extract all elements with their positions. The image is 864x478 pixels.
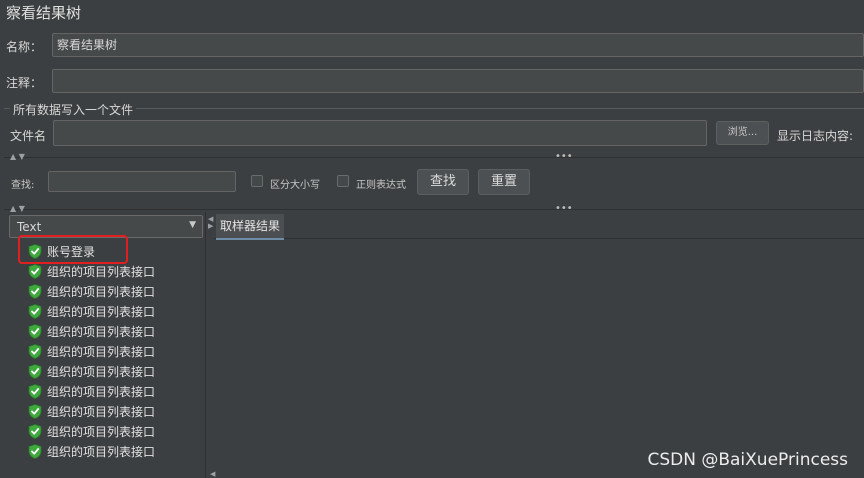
name-label: 名称： <box>6 40 43 54</box>
watermark: CSDN @BaiXuePrincess <box>647 450 848 470</box>
tree-item-label: 组织的项目列表接口 <box>47 304 156 319</box>
log-content-label: 显示日志内容: <box>777 129 854 143</box>
tree-item[interactable]: 组织的项目列表接口 <box>28 262 155 280</box>
search-input[interactable] <box>48 171 236 192</box>
collapse-arrows-icon-2[interactable]: ▲ ▼ <box>10 205 25 213</box>
tree-item-label: 组织的项目列表接口 <box>47 444 156 459</box>
collapse-arrows-icon[interactable]: ▲ ▼ <box>10 153 25 161</box>
success-shield-icon <box>28 363 42 379</box>
success-shield-icon <box>28 343 42 359</box>
filename-label: 文件名 <box>10 129 47 143</box>
case-sensitive-label: 区分大小写 <box>270 180 320 191</box>
filename-field[interactable] <box>53 120 707 146</box>
tree-item-label: 组织的项目列表接口 <box>47 364 156 379</box>
tab-sampler-result[interactable]: 取样器结果 <box>216 214 285 240</box>
file-section-legend: 所有数据写入一个文件 <box>10 101 137 118</box>
splitter-line-2 <box>4 209 864 210</box>
tree-item[interactable]: 组织的项目列表接口 <box>28 402 155 420</box>
tab-baseline <box>214 238 864 239</box>
success-shield-icon <box>28 323 42 339</box>
tree-item[interactable]: 组织的项目列表接口 <box>28 362 155 380</box>
tree-item-label: 组织的项目列表接口 <box>47 264 156 279</box>
success-shield-icon <box>28 383 42 399</box>
search-label: 查找: <box>11 180 35 191</box>
tree-item-label: 组织的项目列表接口 <box>47 324 156 339</box>
tree-item[interactable]: 组织的项目列表接口 <box>28 382 155 400</box>
panel-title: 察看结果树 <box>6 4 82 22</box>
chevron-down-icon: ▼ <box>189 220 196 230</box>
success-shield-icon <box>28 283 42 299</box>
tree-item[interactable]: 组织的项目列表接口 <box>28 322 155 340</box>
name-field[interactable]: 察看结果树 <box>52 33 864 57</box>
splitter-bottom-arrow-icon[interactable]: ◀ <box>210 470 215 478</box>
success-shield-icon <box>28 403 42 419</box>
find-button[interactable]: 查找 <box>417 169 469 195</box>
tree-item-label: 组织的项目列表接口 <box>47 284 156 299</box>
success-shield-icon <box>28 243 42 259</box>
regex-label: 正则表达式 <box>356 180 406 191</box>
success-shield-icon <box>28 263 42 279</box>
tree-item[interactable]: 组织的项目列表接口 <box>28 342 155 360</box>
tree-item[interactable]: 账号登录 <box>28 242 95 260</box>
regex-checkbox[interactable] <box>337 175 349 187</box>
tree-item-label: 组织的项目列表接口 <box>47 384 156 399</box>
tree-item-label: 组织的项目列表接口 <box>47 344 156 359</box>
case-sensitive-checkbox[interactable] <box>251 175 263 187</box>
browse-button[interactable]: 浏览... <box>716 121 769 145</box>
tree-item[interactable]: 组织的项目列表接口 <box>28 302 155 320</box>
splitter-arrows-icon[interactable]: ◀ ▶ <box>208 216 213 230</box>
renderer-select-value: Text <box>17 220 42 234</box>
tree-item-label: 组织的项目列表接口 <box>47 424 156 439</box>
tree-item[interactable]: 组织的项目列表接口 <box>28 282 155 300</box>
success-shield-icon <box>28 423 42 439</box>
success-shield-icon <box>28 303 42 319</box>
comment-label: 注释： <box>6 76 43 90</box>
tree-item[interactable]: 组织的项目列表接口 <box>28 422 155 440</box>
splitter-grip-icon-2[interactable]: ••• <box>555 204 573 214</box>
comment-field[interactable] <box>52 69 864 93</box>
tree-item-label: 组织的项目列表接口 <box>47 404 156 419</box>
tree-item[interactable]: 组织的项目列表接口 <box>28 442 155 460</box>
reset-button[interactable]: 重置 <box>478 169 530 195</box>
splitter-grip-icon[interactable]: ••• <box>555 152 573 162</box>
vertical-splitter[interactable] <box>205 212 206 478</box>
success-shield-icon <box>28 443 42 459</box>
tree-item-label: 账号登录 <box>47 244 96 259</box>
splitter-line <box>4 157 864 158</box>
